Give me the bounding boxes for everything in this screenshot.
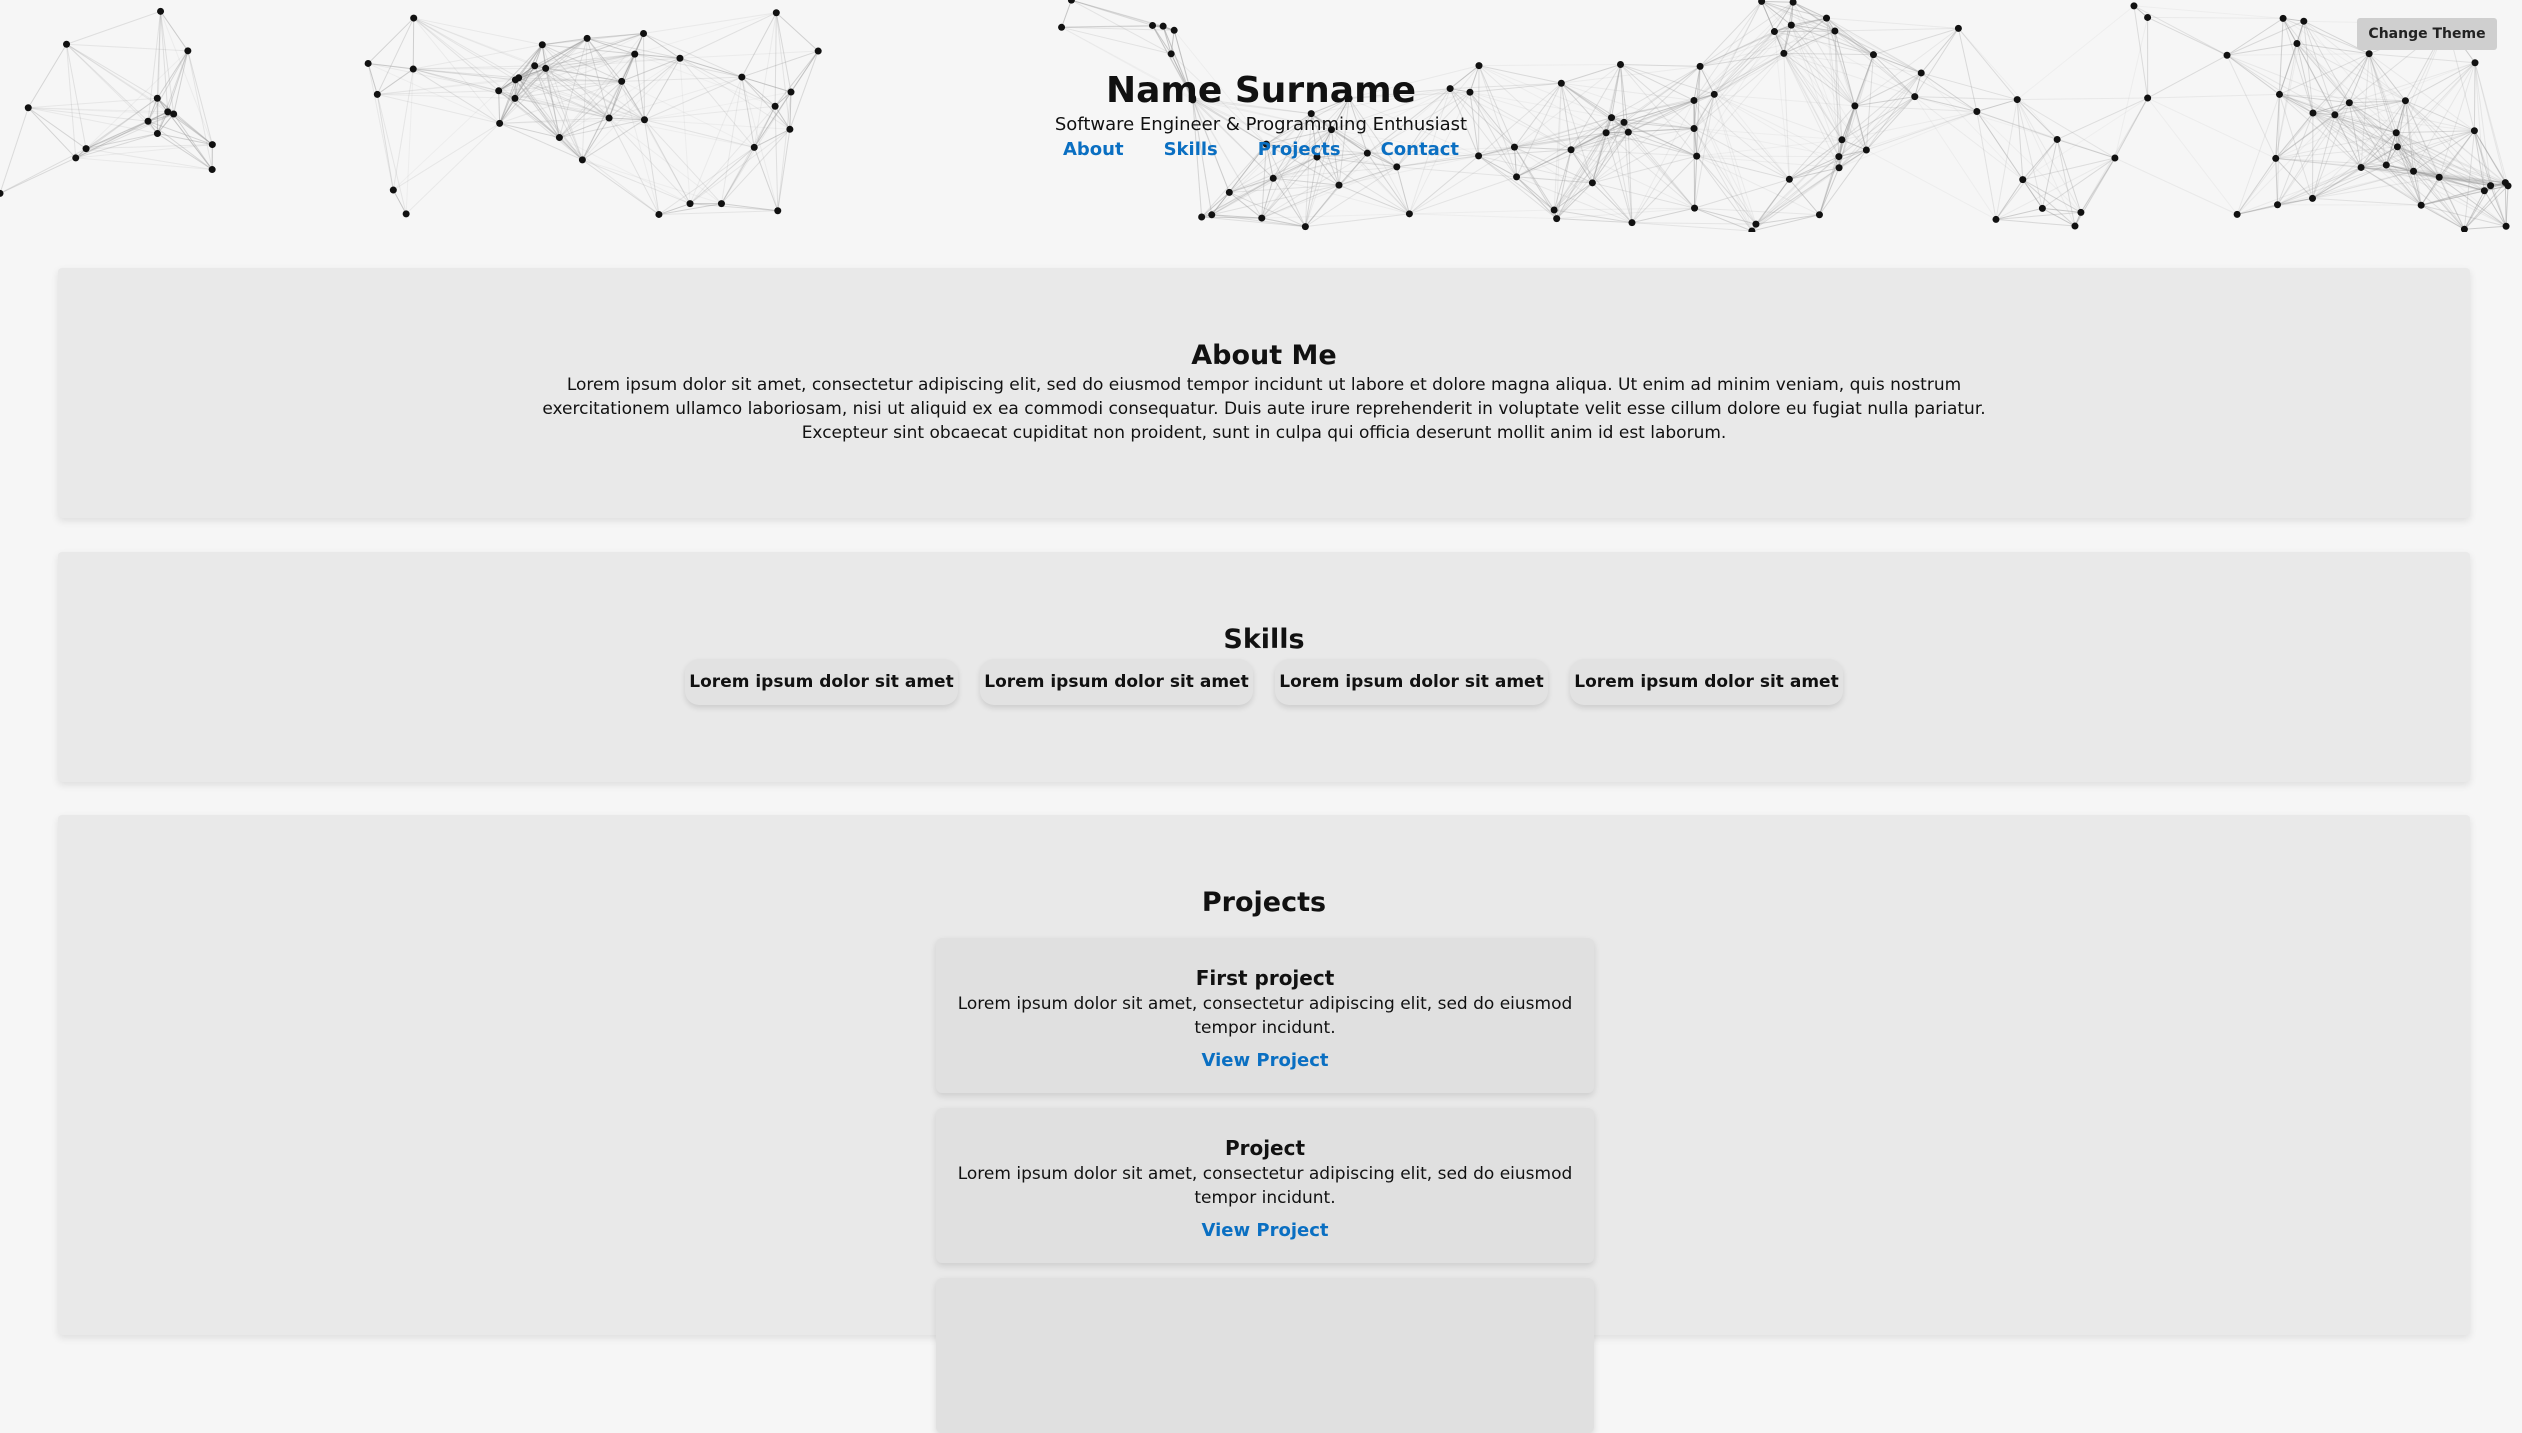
- project-description: Lorem ipsum dolor sit amet, consectetur …: [950, 992, 1580, 1040]
- projects-heading: Projects: [58, 885, 2470, 921]
- change-theme-button[interactable]: Change Theme: [2357, 18, 2497, 50]
- nav-link-projects[interactable]: Projects: [1258, 137, 1341, 163]
- about-section: About Me Lorem ipsum dolor sit amet, con…: [58, 268, 2470, 518]
- about-heading: About Me: [58, 338, 2470, 374]
- skill-chip: Lorem ipsum dolor sit amet: [1570, 659, 1843, 705]
- project-description: Lorem ipsum dolor sit amet, consectetur …: [950, 1162, 1580, 1210]
- projects-section: Projects First project Lorem ipsum dolor…: [58, 815, 2470, 1335]
- view-project-link[interactable]: View Project: [1202, 1218, 1329, 1244]
- nav-link-contact[interactable]: Contact: [1381, 137, 1459, 163]
- project-card: Project Lorem ipsum dolor sit amet, cons…: [936, 1108, 1594, 1263]
- view-project-link[interactable]: View Project: [1202, 1048, 1329, 1074]
- site-title: Name Surname: [0, 66, 2522, 116]
- project-title: Project: [936, 1108, 1594, 1162]
- skills-section: Skills Lorem ipsum dolor sit amet Lorem …: [58, 552, 2470, 782]
- skill-chip: Lorem ipsum dolor sit amet: [980, 659, 1253, 705]
- nav-link-about[interactable]: About: [1063, 137, 1124, 163]
- skills-heading: Skills: [58, 622, 2470, 658]
- site-subtitle: Software Engineer & Programming Enthusia…: [0, 112, 2522, 138]
- about-text: Lorem ipsum dolor sit amet, consectetur …: [508, 373, 2020, 445]
- project-card: First project Lorem ipsum dolor sit amet…: [936, 938, 1594, 1093]
- skill-chip: Lorem ipsum dolor sit amet: [1275, 659, 1548, 705]
- nav-link-skills[interactable]: Skills: [1164, 137, 1218, 163]
- project-card-partial: [936, 1278, 1594, 1433]
- main-nav: About Skills Projects Contact: [0, 137, 2522, 163]
- project-title: First project: [936, 938, 1594, 992]
- skill-chip: Lorem ipsum dolor sit amet: [685, 659, 958, 705]
- skills-list: Lorem ipsum dolor sit amet Lorem ipsum d…: [58, 659, 2470, 705]
- site-header: Name Surname Software Engineer & Program…: [0, 0, 2522, 232]
